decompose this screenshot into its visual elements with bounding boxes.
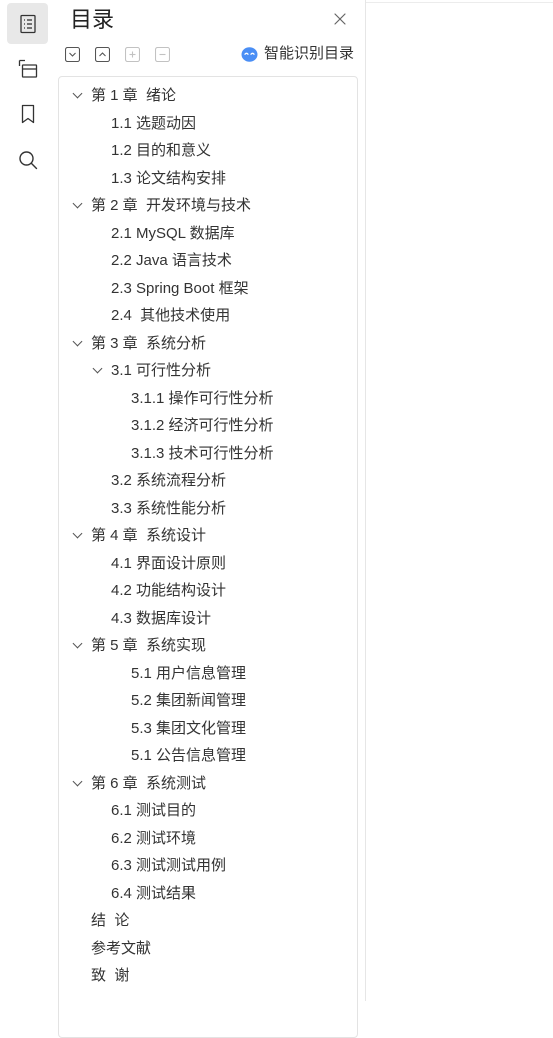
- toc-item[interactable]: 第 5 章 系统实现: [59, 632, 357, 660]
- toc-item[interactable]: 4.3 数据库设计: [59, 605, 357, 633]
- chevron-down-icon[interactable]: [72, 88, 83, 99]
- toc-item[interactable]: 2.1 MySQL 数据库: [59, 220, 357, 248]
- toc-item[interactable]: 4.1 界面设计原则: [59, 550, 357, 578]
- toc-item[interactable]: 第 3 章 系统分析: [59, 330, 357, 358]
- panel-title: 目录: [70, 7, 115, 32]
- rail-button-thumbnails[interactable]: [7, 48, 48, 89]
- toc-item[interactable]: 结 论: [59, 907, 357, 935]
- rail-button-contents[interactable]: [7, 3, 48, 44]
- toc-item[interactable]: 第 6 章 系统测试: [59, 770, 357, 798]
- toc-item-label: 1.1 选题动因: [111, 114, 197, 132]
- toc-item[interactable]: 5.1 用户信息管理: [59, 660, 357, 688]
- toc-item[interactable]: 5.1 公告信息管理: [59, 742, 357, 770]
- toc-item[interactable]: 6.4 测试结果: [59, 880, 357, 908]
- toc-item[interactable]: 1.1 选题动因: [59, 110, 357, 138]
- toc-item-label: 5.1 公告信息管理: [131, 747, 247, 764]
- smart-toc-label: 智能识别目录: [264, 45, 355, 62]
- toc-item[interactable]: 参考文献: [59, 935, 357, 963]
- toc-item-label: 2.4 其他技术使用: [111, 307, 231, 324]
- toc-item-label: 4.2 功能结构设计: [111, 582, 227, 599]
- toc-item-label: 第 1 章 绪论: [91, 87, 177, 104]
- toc-item[interactable]: 1.2 目的和意义: [59, 137, 357, 165]
- toc-item[interactable]: 5.3 集团文化管理: [59, 715, 357, 743]
- toc-item-label: 3.3 系统性能分析: [111, 499, 227, 517]
- toc-item-label: 1.2 目的和意义: [111, 142, 212, 159]
- search-icon: [18, 150, 38, 170]
- chevron-down-icon[interactable]: [72, 198, 83, 209]
- toc-item[interactable]: 5.2 集团新闻管理: [59, 687, 357, 715]
- toc-item-label: 2.1 MySQL 数据库: [111, 224, 235, 242]
- close-icon[interactable]: [334, 13, 346, 25]
- toc-item-label: 1.3 论文结构安排: [111, 169, 227, 187]
- toc-item-label: 2.2 Java 语言技术: [111, 252, 232, 269]
- expand-all-icon[interactable]: [65, 47, 80, 62]
- toc-item[interactable]: 2.3 Spring Boot 框架: [59, 275, 357, 303]
- toc-item-label: 6.1 测试目的: [111, 802, 197, 819]
- toc-item-label: 5.1 用户信息管理: [131, 664, 247, 682]
- chevron-down-icon[interactable]: [72, 336, 83, 346]
- toc-item[interactable]: 3.1.1 操作可行性分析: [59, 385, 357, 413]
- toc-item[interactable]: 第 1 章 绪论: [59, 82, 357, 110]
- plus-icon[interactable]: [125, 47, 140, 62]
- toc-item[interactable]: 致 谢: [59, 962, 357, 990]
- toc-item-label: 第 3 章 系统分析: [91, 334, 207, 352]
- toc-item-label: 6.2 测试环境: [111, 829, 197, 847]
- bookmark-icon: [18, 104, 38, 124]
- collapse-all-icon[interactable]: [95, 47, 110, 62]
- toc-item-label: 3.1 可行性分析: [111, 362, 212, 379]
- toc-item[interactable]: 第 2 章 开发环境与技术: [59, 192, 357, 220]
- toc-item[interactable]: 3.1.3 技术可行性分析: [59, 440, 357, 468]
- toc-tree: 第 1 章 绪论 1.1 选题动因 1.2 目的和意义 1.3 论文结构安排 第…: [58, 76, 358, 1038]
- toc-item-label: 2.3 Spring Boot 框架: [111, 279, 249, 297]
- toc-item-label: 4.3 数据库设计: [111, 609, 212, 627]
- toc-item-label: 6.3 测试测试用例: [111, 857, 227, 874]
- toc-item-label: 结 论: [91, 912, 130, 929]
- toc-item-label: 5.3 集团文化管理: [131, 719, 247, 737]
- toc-item-label: 3.1.1 操作可行性分析: [131, 389, 274, 407]
- toc-item-label: 参考文献: [91, 939, 152, 957]
- toc-item-label: 第 2 章 开发环境与技术: [91, 197, 252, 214]
- smart-toc-button[interactable]: 智能识别目录: [241, 44, 354, 64]
- toc-item-label: 3.2 系统流程分析: [111, 472, 227, 489]
- toc-item[interactable]: 3.3 系统性能分析: [59, 495, 357, 523]
- toc-item-label: 第 6 章 系统测试: [91, 774, 207, 792]
- toc-item[interactable]: 6.3 测试测试用例: [59, 852, 357, 880]
- document-view[interactable]: [366, 3, 553, 1001]
- toc-item-label: 3.1.2 经济可行性分析: [131, 417, 274, 434]
- toc-item[interactable]: 2.2 Java 语言技术: [59, 247, 357, 275]
- toc-item[interactable]: 第 4 章 系统设计: [59, 522, 357, 550]
- minus-icon[interactable]: [155, 47, 170, 62]
- chevron-down-icon[interactable]: [72, 528, 83, 539]
- toc-item-label: 第 4 章 系统设计: [91, 527, 207, 544]
- ai-assistant-icon: [241, 46, 258, 63]
- chevron-down-icon[interactable]: [72, 776, 83, 786]
- contents-panel: 目录 智能识别目录 第 1 章 绪论 1.1 选题动因 1.2 目的和意义 1.…: [53, 0, 365, 1038]
- rail-button-search[interactable]: [7, 139, 48, 180]
- chevron-down-icon[interactable]: [92, 363, 103, 374]
- toc-item-label: 6.4 测试结果: [111, 884, 197, 902]
- toc-item-label: 4.1 界面设计原则: [111, 554, 227, 572]
- toc-item[interactable]: 1.3 论文结构安排: [59, 165, 357, 193]
- toc-item[interactable]: 6.2 测试环境: [59, 825, 357, 853]
- toc-item[interactable]: 3.2 系统流程分析: [59, 467, 357, 495]
- rail-button-bookmarks[interactable]: [7, 93, 48, 134]
- toc-item[interactable]: 2.4 其他技术使用: [59, 302, 357, 330]
- toc-item-label: 第 5 章 系统实现: [91, 637, 207, 654]
- toc-item-label: 3.1.3 技术可行性分析: [131, 444, 274, 462]
- toc-item[interactable]: 4.2 功能结构设计: [59, 577, 357, 605]
- toc-item-label: 5.2 集团新闻管理: [131, 692, 247, 709]
- sidebar-rail: [0, 0, 53, 1001]
- toc-item[interactable]: 3.1.2 经济可行性分析: [59, 412, 357, 440]
- thumbnail-icon: [18, 59, 38, 79]
- toc-item[interactable]: 6.1 测试目的: [59, 797, 357, 825]
- chevron-down-icon[interactable]: [72, 638, 83, 649]
- toc-list: 第 1 章 绪论 1.1 选题动因 1.2 目的和意义 1.3 论文结构安排 第…: [59, 77, 357, 990]
- document-top-edge: [366, 2, 553, 3]
- toc-icon: [18, 14, 38, 34]
- toc-item-label: 致 谢: [91, 967, 130, 984]
- toc-item[interactable]: 3.1 可行性分析: [59, 357, 357, 385]
